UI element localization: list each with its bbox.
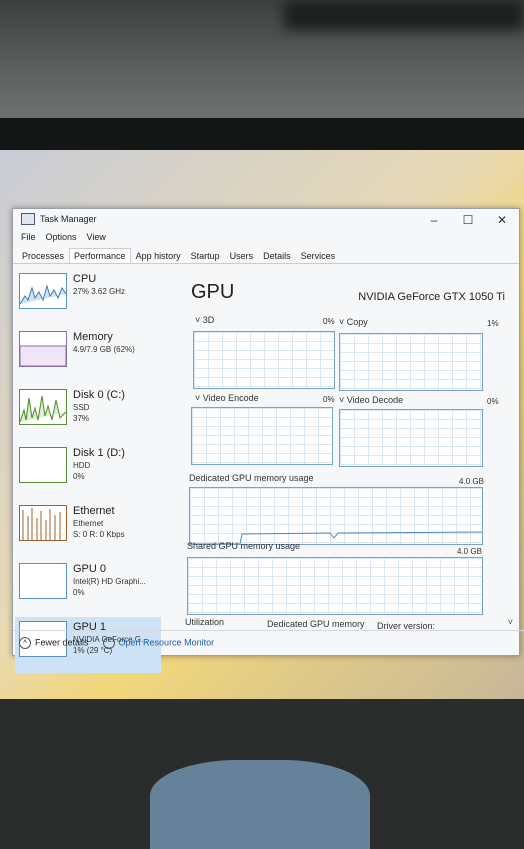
tab-details[interactable]: Details	[258, 248, 296, 263]
engine-video-encode-label: Video Encode	[202, 393, 259, 403]
menu-options[interactable]: Options	[46, 232, 77, 242]
stat-utilization-label: Utilization	[185, 617, 225, 627]
cpu-thumbnail-graph	[19, 273, 67, 309]
sidebar-item-value: 0%	[73, 588, 85, 597]
sidebar-item-label: Disk 0 (C:)	[73, 389, 125, 401]
fewer-details-label: Fewer details	[35, 637, 89, 648]
monitor-bezel	[0, 118, 524, 150]
window-title: Task Manager	[40, 214, 97, 224]
engine-copy-graph	[339, 333, 483, 391]
shared-memory-graph	[187, 557, 483, 615]
disk1-thumbnail-graph	[19, 447, 67, 483]
engine-3d-pct: 0%	[323, 317, 335, 326]
sidebar-item-value: S: 0 R: 0 Kbps	[73, 530, 125, 539]
chevron-up-icon: ˄	[19, 637, 31, 649]
sidebar-item-memory[interactable]: Memory 4.9/7.9 GB (62%)	[15, 327, 161, 383]
sidebar-item-detail: Ethernet	[73, 519, 104, 528]
sidebar-item-ethernet[interactable]: Ethernet Ethernet S: 0 R: 0 Kbps	[15, 501, 161, 557]
shared-memory-label: Shared GPU memory usage	[187, 541, 301, 551]
sidebar-item-label: Memory	[73, 331, 113, 343]
memory-thumbnail-graph	[19, 331, 67, 367]
sidebar-item-detail: SSD	[73, 403, 90, 412]
window-controls: – ☐ ✕	[417, 209, 519, 231]
sidebar-item-detail: 27% 3.62 GHz	[73, 287, 126, 296]
gpu-detail-panel: GPU NVIDIA GeForce GTX 1050 Ti ˅ 3D 0% ˅…	[181, 269, 513, 631]
task-manager-icon	[21, 213, 35, 225]
engine-video-decode-pct: 0%	[487, 397, 499, 406]
resource-monitor-label: Open Resource Monitor	[118, 637, 215, 648]
background-wall	[0, 0, 524, 120]
engine-video-encode-dropdown[interactable]: ˅ Video Encode	[195, 393, 259, 403]
tab-processes[interactable]: Processes	[17, 248, 69, 263]
engine-video-decode-label: Video Decode	[346, 395, 404, 405]
tab-performance[interactable]: Performance	[69, 248, 131, 263]
sidebar-item-label: Ethernet	[73, 505, 115, 517]
engine-video-decode-dropdown[interactable]: ˅ Video Decode	[339, 395, 403, 405]
engine-3d-label: 3D	[202, 315, 215, 325]
tab-bar: Processes Performance App history Startu…	[13, 245, 519, 264]
engine-3d-graph	[193, 331, 335, 389]
bottom-bar: ˄ Fewer details ◔ Open Resource Monitor	[13, 630, 524, 655]
dedicated-memory-line	[190, 531, 483, 545]
dedicated-memory-graph	[189, 487, 483, 545]
sidebar-item-value: 0%	[73, 472, 85, 481]
sidebar-item-disk-0[interactable]: Disk 0 (C:) SSD 37%	[15, 385, 161, 441]
stat-dedicated-memory-label: Dedicated GPU memory	[267, 619, 365, 629]
engine-3d-dropdown[interactable]: ˅ 3D	[195, 315, 214, 325]
dedicated-memory-max: 4.0 GB	[459, 477, 484, 486]
sidebar-item-label: GPU 0	[73, 563, 107, 575]
sidebar-item-label: Disk 1 (D:)	[73, 447, 125, 459]
sidebar-item-detail: HDD	[73, 461, 91, 470]
engine-copy-dropdown[interactable]: ˅ Copy	[339, 317, 368, 327]
dedicated-memory-label: Dedicated GPU memory usage	[189, 473, 314, 483]
minimize-button[interactable]: –	[417, 209, 451, 231]
tab-app-history[interactable]: App history	[131, 248, 186, 263]
engine-copy-pct: 1%	[487, 319, 499, 328]
gpu0-thumbnail-graph	[19, 563, 67, 599]
fewer-details-button[interactable]: ˄ Fewer details	[19, 637, 89, 649]
engine-copy-label: Copy	[346, 317, 368, 327]
tab-users[interactable]: Users	[225, 248, 259, 263]
sidebar-item-gpu-0[interactable]: GPU 0 Intel(R) HD Graphi... 0%	[15, 559, 161, 615]
sidebar-item-value: 37%	[73, 414, 90, 423]
menu-bar: File Options View	[13, 229, 519, 245]
close-button[interactable]: ✕	[485, 209, 519, 231]
menu-file[interactable]: File	[21, 232, 36, 242]
ethernet-thumbnail-graph	[19, 505, 67, 541]
sidebar-item-label: CPU	[73, 273, 97, 285]
menu-view[interactable]: View	[87, 232, 106, 242]
shared-memory-max: 4.0 GB	[457, 547, 482, 556]
page-title: GPU	[191, 281, 235, 303]
disk0-thumbnail-graph	[19, 389, 67, 425]
dark-object	[284, 0, 524, 30]
tab-services[interactable]: Services	[296, 248, 341, 263]
sidebar-item-disk-1[interactable]: Disk 1 (D:) HDD 0%	[15, 443, 161, 499]
engine-video-decode-graph	[339, 409, 483, 467]
engine-video-encode-pct: 0%	[323, 395, 335, 404]
open-resource-monitor-link[interactable]: ◔ Open Resource Monitor	[102, 637, 215, 649]
wallpaper-figure-body	[150, 760, 370, 849]
tab-startup[interactable]: Startup	[186, 248, 225, 263]
sidebar-item-detail: 4.9/7.9 GB (62%)	[73, 345, 135, 354]
gpu-device-name: NVIDIA GeForce GTX 1050 Ti	[358, 291, 505, 303]
scroll-down-arrow[interactable]: ˅	[508, 617, 513, 627]
resource-monitor-icon: ◔	[102, 637, 115, 649]
performance-sidebar: CPU 27% 3.62 GHz Memory 4.9/7.9 GB (62%) D…	[15, 269, 161, 673]
task-manager-window: Task Manager – ☐ ✕ File Options View Pro…	[12, 208, 524, 673]
maximize-button[interactable]: ☐	[451, 209, 485, 231]
sidebar-item-cpu[interactable]: CPU 27% 3.62 GHz	[15, 269, 161, 325]
sidebar-item-detail: Intel(R) HD Graphi...	[73, 577, 146, 586]
engine-video-encode-graph	[191, 407, 333, 465]
